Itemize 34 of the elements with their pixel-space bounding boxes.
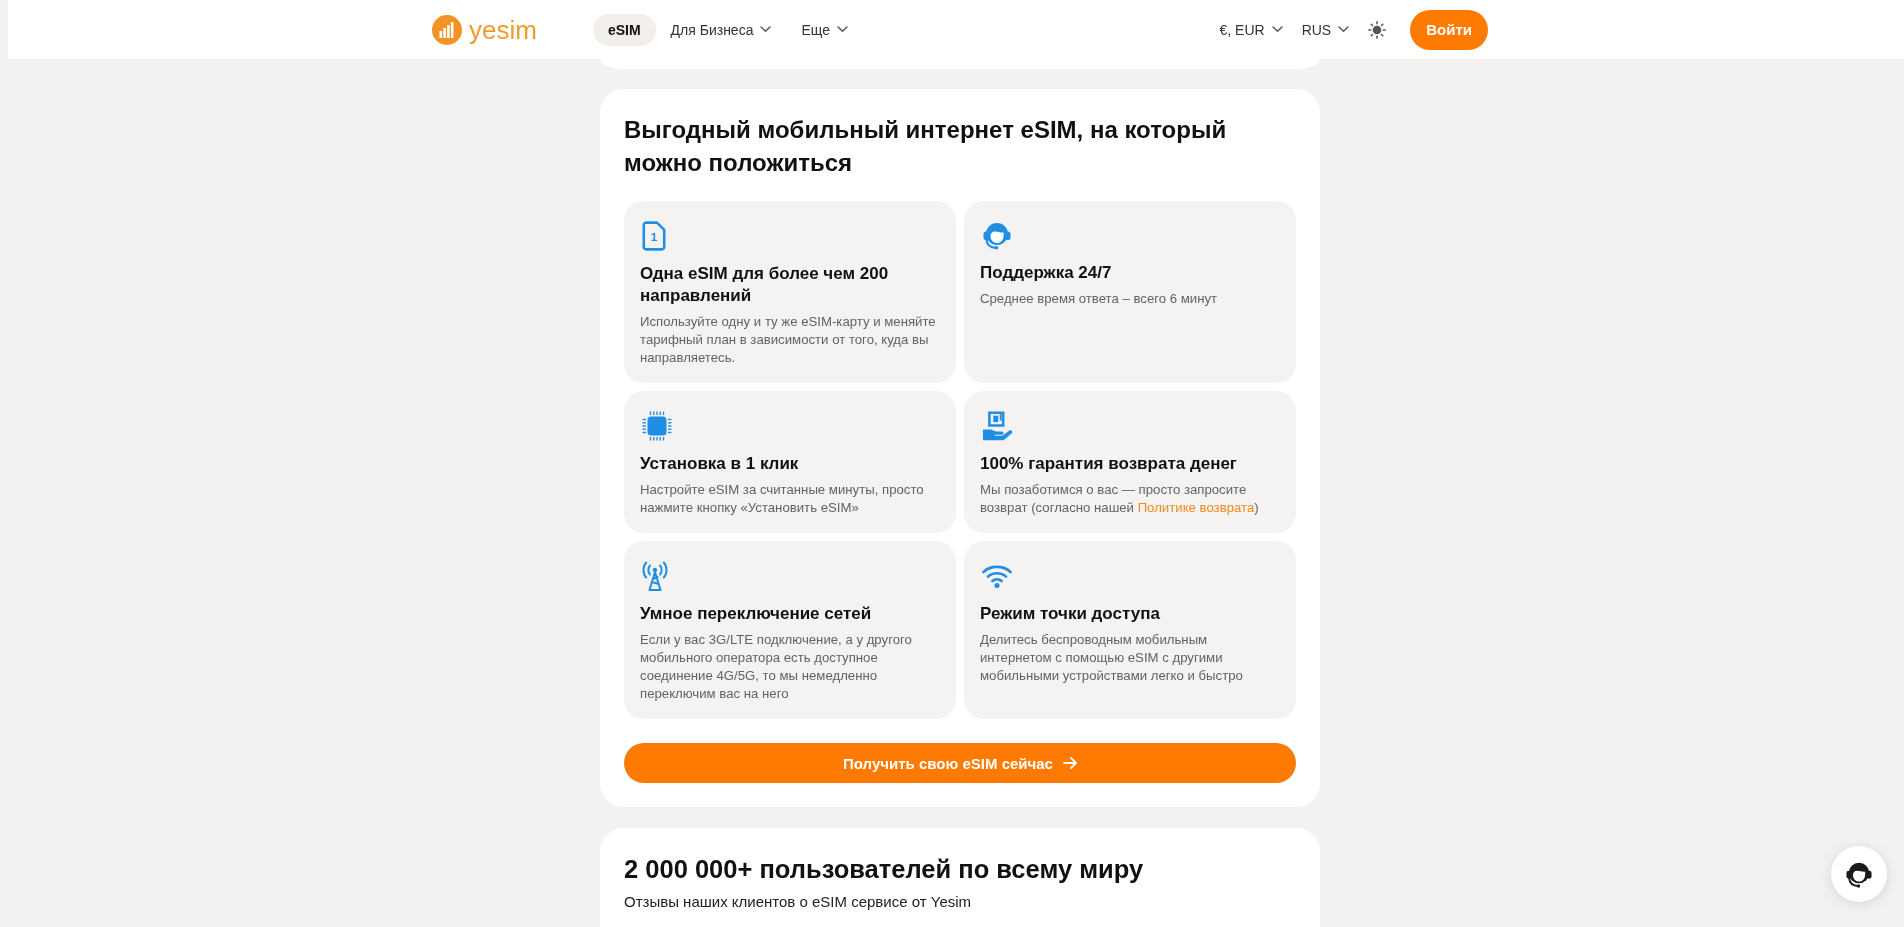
nav-menu-item[interactable]: eSIM [592, 13, 656, 46]
feature-title: 100% гарантия возврата денег [980, 453, 1238, 475]
headset-person-icon [1845, 860, 1873, 888]
theme-toggle-button[interactable] [1368, 20, 1387, 39]
feature-title: Умное переключение сетей [640, 603, 873, 625]
feature-description: Мы позаботимся о вас — просто запросите возврат (согласно нашей Политике возврата) [980, 481, 1260, 517]
feature-title: Поддержка 24/7 [980, 262, 1113, 284]
sim-card-icon: 1 [642, 221, 666, 251]
chevron-down-icon [1338, 26, 1350, 33]
dropdown-selector[interactable]: RUS [1301, 13, 1350, 46]
feature-description: Среднее время ответа – всего 6 минут [980, 290, 1219, 308]
nav-menu-item[interactable]: Для Бизнеса [655, 13, 787, 46]
feature-description: Делитесь беспроводным мобильным интернетом с помощью eSIM с другими мобильными устройствами легко и быстро [980, 631, 1244, 685]
feature-description: Настройте eSIM за считанные минуты, просто нажмите кнопку «Установить eSIM» [640, 481, 925, 517]
headset-person-icon [982, 221, 1012, 250]
hand-banknote-icon [982, 411, 1013, 441]
arrow-right-icon [1062, 756, 1077, 770]
chevron-down-icon [1271, 26, 1283, 33]
section-heading: 2 000 000+ пользователей по всему миру [624, 854, 1145, 885]
feature-title: Установка в 1 клик [640, 453, 800, 475]
antenna-tower-icon [642, 561, 668, 591]
feature-title: Режим точки доступа [980, 603, 1161, 625]
nav-menu-item[interactable]: Еще [786, 13, 863, 46]
signal-bars-logo-icon [432, 14, 462, 45]
chip-icon [642, 411, 672, 441]
feature-description: Если у вас 3G/LTE подключение, а у другого мобильного оператора есть доступное соединение 4G/5G, то мы немедленно переключим вас на него [640, 631, 913, 703]
section-heading: Выгодный мобильный интернет eSIM, на который можно положиться [624, 115, 1228, 178]
feature-description: Используйте одну и ту же eSIM-карту и меняйте тарифный план в зависимости от того, куда вы направляетесь. [640, 313, 937, 367]
sun-icon [1368, 20, 1387, 39]
wifi-icon [982, 564, 1012, 588]
dropdown-selector[interactable]: €, EUR [1219, 13, 1283, 46]
chat-button[interactable] [1831, 846, 1887, 902]
feature-title: Одна eSIM для более чем 200 направлений [640, 263, 890, 307]
section-subtitle: Отзывы наших клиентов о eSIM сервисе от Yesim [624, 892, 973, 912]
